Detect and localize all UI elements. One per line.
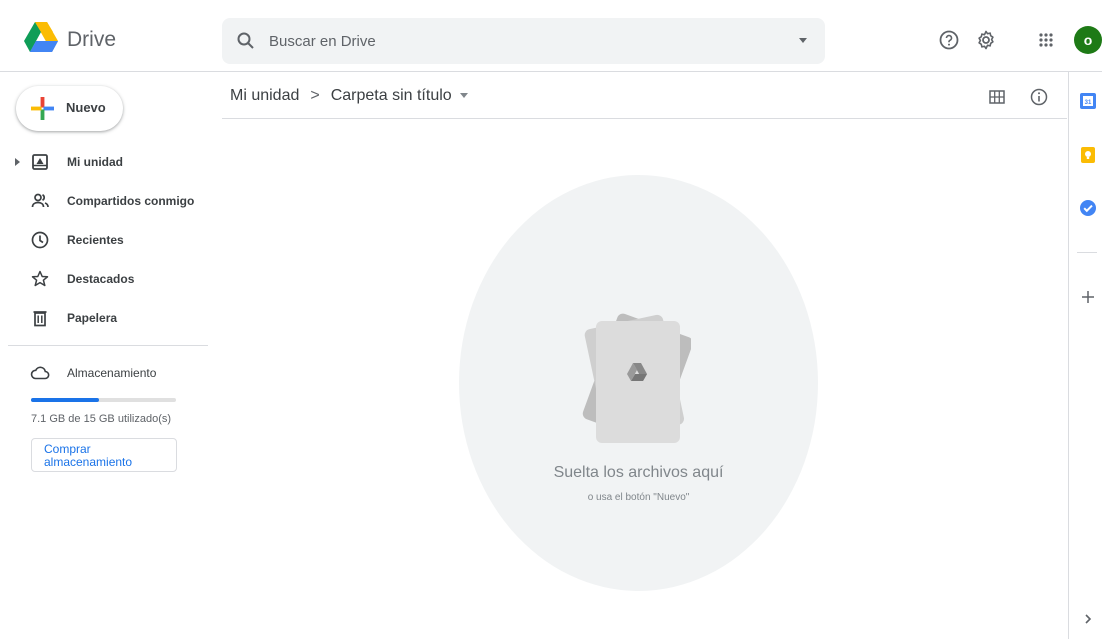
- keep-icon[interactable]: [1079, 146, 1097, 164]
- sidebar-item-recent[interactable]: Recientes: [0, 224, 208, 256]
- grid-view-icon[interactable]: [987, 87, 1007, 107]
- folder-menu-dropdown-icon[interactable]: [459, 93, 468, 99]
- svg-text:31: 31: [1085, 100, 1092, 106]
- storage-usage-text: 7.1 GB de 15 GB utilizado(s): [31, 413, 172, 425]
- breadcrumb-root[interactable]: Mi unidad: [230, 87, 299, 104]
- sidebar-item-label: Almacenamiento: [67, 366, 157, 380]
- star-icon: [31, 270, 49, 287]
- sidebar-item-my-drive[interactable]: Mi unidad: [0, 146, 208, 178]
- calendar-icon[interactable]: 31: [1079, 92, 1097, 110]
- buy-storage-label: Comprar almacenamiento: [44, 442, 133, 469]
- info-icon[interactable]: [1029, 87, 1049, 107]
- clock-icon: [31, 231, 49, 249]
- trash-icon: [33, 311, 47, 327]
- settings-gear-icon[interactable]: [975, 29, 997, 51]
- sidebar-item-starred[interactable]: Destacados: [0, 263, 208, 295]
- breadcrumb-separator: >: [310, 87, 320, 104]
- sidebar-item-storage[interactable]: Almacenamiento: [0, 357, 208, 389]
- add-addon-plus-icon[interactable]: [1079, 288, 1097, 306]
- breadcrumb-current-folder[interactable]: Carpeta sin título: [331, 87, 452, 104]
- account-avatar[interactable]: o: [1074, 26, 1102, 54]
- top-header: Drive Buscar en Drive o: [0, 0, 1102, 72]
- tasks-icon[interactable]: [1079, 199, 1097, 217]
- buy-storage-button[interactable]: Comprar almacenamiento: [31, 438, 177, 472]
- plus-icon: [31, 97, 54, 120]
- new-button-label: Nuevo: [66, 100, 106, 115]
- sidebar-item-label: Destacados: [67, 272, 135, 286]
- app-name[interactable]: Drive: [67, 28, 116, 52]
- drive-logo-icon[interactable]: [24, 22, 58, 52]
- breadcrumb: Mi unidad > Carpeta sin título: [230, 87, 468, 109]
- storage-usage-bar: [31, 398, 176, 402]
- apps-grid-icon[interactable]: [1035, 29, 1057, 51]
- drop-files-illustration-icon: [582, 313, 691, 443]
- side-panel-divider: [1077, 252, 1097, 253]
- search-options-icon[interactable]: [799, 38, 807, 43]
- content-divider: [222, 118, 1067, 119]
- search-icon[interactable]: [236, 31, 256, 51]
- side-panel: 31: [1068, 72, 1102, 639]
- sidebar-divider: [8, 345, 208, 346]
- sidebar-item-label: Papelera: [67, 311, 118, 325]
- sidebar-item-shared[interactable]: Compartidos conmigo: [0, 185, 208, 217]
- my-drive-icon: [32, 154, 48, 170]
- new-button[interactable]: Nuevo: [16, 86, 123, 131]
- sidebar-item-label: Compartidos conmigo: [67, 194, 195, 208]
- expand-panel-chevron-icon[interactable]: [1079, 610, 1097, 628]
- drop-zone-subtitle: o usa el botón "Nuevo": [587, 492, 690, 503]
- drop-zone-title: Suelta los archivos aquí: [553, 464, 724, 481]
- search-bar[interactable]: Buscar en Drive: [222, 18, 825, 64]
- expand-caret-icon[interactable]: [15, 158, 20, 166]
- sidebar-item-label: Mi unidad: [67, 155, 123, 169]
- shared-people-icon: [31, 193, 49, 208]
- search-input[interactable]: Buscar en Drive: [269, 33, 376, 50]
- sidebar-item-label: Recientes: [67, 233, 124, 247]
- storage-usage-fill: [31, 398, 100, 402]
- help-icon[interactable]: [938, 29, 960, 51]
- sidebar-item-trash[interactable]: Papelera: [0, 302, 208, 334]
- cloud-icon: [30, 366, 50, 380]
